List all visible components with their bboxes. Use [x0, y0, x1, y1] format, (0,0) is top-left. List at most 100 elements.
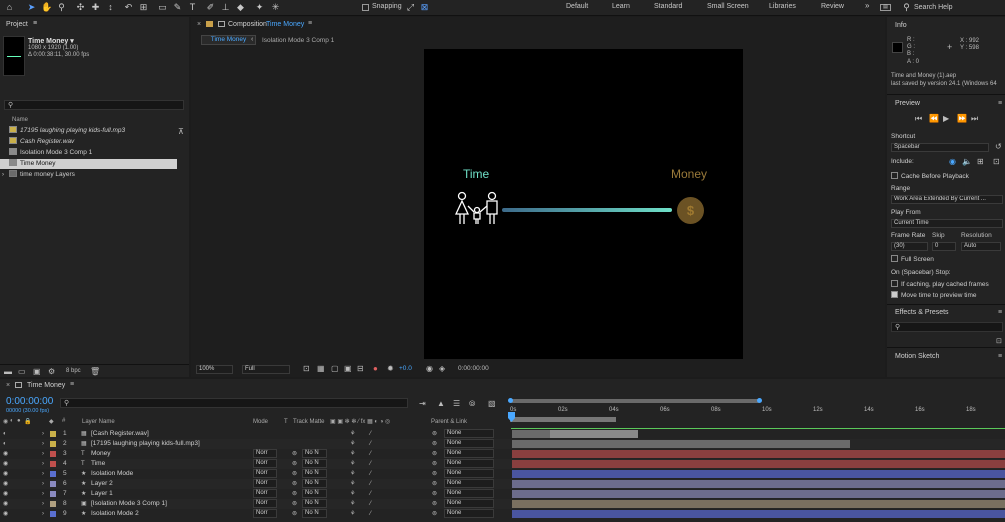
shy-switch-icon[interactable]: ⚘ — [350, 449, 355, 459]
mode-dropdown[interactable]: Norr — [253, 509, 277, 518]
expand-arrow-icon[interactable]: › — [42, 439, 44, 449]
composition-canvas[interactable]: Time Money $ — [424, 49, 743, 359]
include-overlays-icon[interactable]: ⊞ — [977, 157, 984, 166]
label-color-swatch[interactable] — [50, 461, 56, 467]
timeline-layer-row[interactable]: ◉ › 5 ★ Isolation Mode Norr ⊚ No N ⚘ ⁄ ⊚ None — [0, 469, 1005, 479]
track-matte-dropdown[interactable]: No N — [302, 479, 327, 488]
checkbox[interactable] — [891, 280, 898, 287]
parent-dropdown[interactable]: None — [444, 449, 494, 458]
flowchart-icon[interactable]: ⊼ — [178, 127, 184, 136]
workspace-standard[interactable]: Standard — [654, 3, 682, 10]
track-matte-dropdown[interactable]: No N — [302, 489, 327, 498]
workspace-libraries[interactable]: Libraries — [769, 3, 796, 10]
draft-3d-icon[interactable]: ▲ — [437, 399, 445, 408]
quality-switch-icon[interactable]: ⁄ — [370, 459, 371, 469]
layer-duration-bar[interactable] — [512, 450, 1005, 458]
show-snapshot-icon[interactable]: ◈ — [439, 364, 445, 373]
matte-pickwhip-icon[interactable]: ⊚ — [292, 499, 297, 509]
timeline-layer-row[interactable]: ◐ › 2 ▦ [17195 laughing playing kids-full.mp… — [0, 439, 1005, 449]
expand-arrow-icon[interactable]: › — [42, 509, 44, 519]
project-panel-title[interactable]: Project — [6, 21, 28, 28]
eye-icon[interactable]: ◉ — [3, 489, 8, 499]
label-color-swatch[interactable] — [50, 471, 56, 477]
quality-switch-icon[interactable]: ⁄ — [370, 489, 371, 499]
layer-duration-bar[interactable] — [512, 490, 1005, 498]
motion-sketch-title[interactable]: Motion Sketch — [895, 353, 939, 360]
effects-search-input[interactable]: ⚲ — [891, 322, 1003, 332]
resolution-dropdown[interactable]: Full — [242, 365, 290, 374]
name-column-header[interactable]: Name — [12, 117, 28, 123]
parent-dropdown[interactable]: None — [444, 479, 494, 488]
eye-icon[interactable]: ◉ — [3, 509, 8, 519]
work-area-bar[interactable] — [510, 417, 616, 422]
track-matte-dropdown[interactable]: No N — [302, 509, 327, 518]
shy-switch-icon[interactable]: ⚘ — [350, 509, 355, 519]
lock-switch-icon[interactable]: 🔒 — [24, 418, 31, 425]
label-color-swatch[interactable] — [50, 441, 56, 447]
panel-menu-icon[interactable]: ≡ — [998, 309, 1002, 316]
project-settings-icon[interactable]: ⚙ — [48, 367, 55, 376]
pen-tool-icon[interactable]: ✎ — [172, 2, 183, 13]
shortcut-dropdown[interactable]: Spacebar — [891, 143, 989, 152]
layer-name[interactable]: Time — [91, 459, 105, 469]
project-item[interactable]: Isolation Mode 3 Comp 1 — [0, 148, 189, 158]
layer-name[interactable]: [17195 laughing playing kids-full.mp3] — [91, 439, 200, 449]
track-matte-dropdown[interactable]: No N — [302, 499, 327, 508]
pan-camera-icon[interactable]: ✚ — [90, 2, 101, 13]
mode-dropdown[interactable]: Norr — [253, 469, 277, 478]
solo-switch-icon[interactable]: ● — [17, 418, 21, 424]
frame-rate-dropdown[interactable]: (30) — [891, 242, 928, 251]
parent-link-header[interactable]: Parent & Link — [431, 419, 467, 425]
parent-dropdown[interactable]: None — [444, 489, 494, 498]
selection-tool-icon[interactable]: ➤ — [26, 2, 37, 13]
t-header[interactable]: T — [284, 419, 288, 425]
label-color-swatch[interactable] — [50, 431, 56, 437]
mode-dropdown[interactable]: Norr — [253, 479, 277, 488]
label-color-swatch[interactable] — [50, 491, 56, 497]
interpret-footage-icon[interactable]: ▬ — [4, 367, 12, 376]
panel-menu-icon[interactable]: ≡ — [70, 381, 74, 388]
matte-pickwhip-icon[interactable]: ⊚ — [292, 449, 297, 459]
layer-name[interactable]: Isolation Mode 2 — [91, 509, 139, 519]
rectangle-tool-icon[interactable]: ▭ — [157, 2, 168, 13]
matte-pickwhip-icon[interactable]: ⊚ — [292, 479, 297, 489]
quality-switch-icon[interactable]: ⁄ — [370, 469, 371, 479]
next-frame-icon[interactable]: ⏩ — [957, 114, 967, 123]
parent-dropdown[interactable]: None — [444, 429, 494, 438]
project-item[interactable]: 17195 laughing playing kids-full.mp3 — [0, 126, 189, 136]
skip-dropdown[interactable]: 0 — [932, 242, 956, 251]
graph-editor-icon[interactable]: ▧ — [488, 399, 496, 408]
layer-duration-bar[interactable] — [512, 510, 1005, 518]
parent-pickwhip-icon[interactable]: ⊚ — [432, 459, 437, 469]
last-frame-icon[interactable]: ⏭ — [971, 114, 978, 124]
label-color-swatch[interactable] — [50, 481, 56, 487]
parent-dropdown[interactable]: None — [444, 459, 494, 468]
eye-icon[interactable]: ◉ — [3, 479, 8, 489]
panel-menu-icon[interactable]: ≡ — [308, 20, 312, 27]
comp-tab-name[interactable]: Time Money — [266, 21, 304, 28]
parent-pickwhip-icon[interactable]: ⊚ — [432, 479, 437, 489]
parent-dropdown[interactable]: None — [444, 509, 494, 518]
timeline-layer-row[interactable]: ◉ › 3 T Money Norr ⊚ No N ⚘ ⁄ ⊚ None — [0, 449, 1005, 459]
new-comp-icon[interactable]: ▣ — [33, 367, 41, 376]
timeline-layer-row[interactable]: ◉ › 8 ▣ [Isolation Mode 3 Comp 1] Norr ⊚ No N ⚘ ⁄… — [0, 499, 1005, 509]
parent-dropdown[interactable]: None — [444, 499, 494, 508]
orbit-camera-icon[interactable]: ✣ — [75, 2, 86, 13]
mode-header[interactable]: Mode — [253, 419, 268, 425]
audio-switch-icon[interactable]: ◐ — [10, 418, 14, 424]
expand-arrow-icon[interactable]: › — [42, 469, 44, 479]
layer-duration-bar[interactable] — [512, 500, 1005, 508]
new-folder-icon[interactable]: ▭ — [18, 367, 26, 376]
mask-visibility-icon[interactable]: ▢ — [331, 364, 339, 373]
workspace-default[interactable]: Default — [566, 3, 588, 10]
color-channels-icon[interactable]: ● — [373, 364, 378, 373]
matte-pickwhip-icon[interactable]: ⊚ — [292, 509, 297, 519]
layer-name[interactable]: Money — [91, 449, 111, 459]
eye-icon[interactable]: ◉ — [3, 449, 8, 459]
shy-switch-icon[interactable]: ⚘ — [350, 459, 355, 469]
clone-stamp-icon[interactable]: ⊥ — [220, 2, 231, 13]
brush-tool-icon[interactable]: ✐ — [205, 2, 216, 13]
layer-duration-bar[interactable] — [512, 470, 1005, 478]
checkbox[interactable] — [891, 255, 898, 262]
bpc-label[interactable]: 8 bpc — [66, 368, 81, 374]
